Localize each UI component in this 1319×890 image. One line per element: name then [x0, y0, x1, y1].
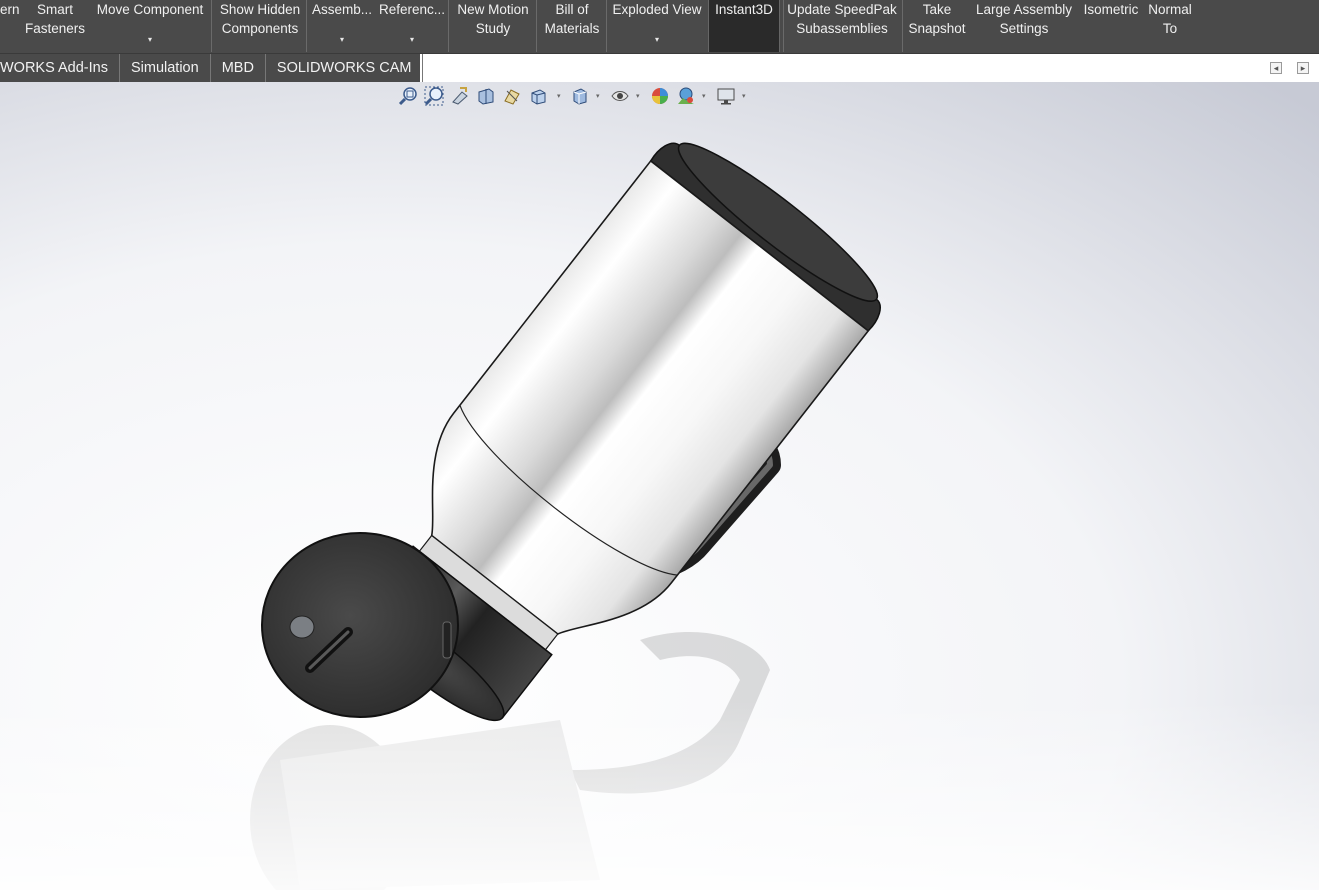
large-assembly-settings-button[interactable]: Large Assembly Settings — [972, 0, 1076, 52]
ribbon-separator — [783, 0, 784, 52]
ribbon-separator — [536, 0, 537, 52]
bill-of-materials-button[interactable]: Bill of Materials — [540, 0, 604, 52]
ribbon-separator — [306, 0, 307, 52]
chevron-down-icon[interactable]: ▾ — [636, 92, 640, 100]
assembly-features-button[interactable]: Assemb... ▾ — [310, 0, 374, 52]
chevron-down-icon[interactable]: ▾ — [557, 92, 561, 100]
graphics-area[interactable] — [0, 82, 1319, 890]
indicator-light — [289, 615, 315, 639]
chevron-down-icon[interactable]: ▾ — [702, 92, 706, 100]
smart-fasteners-button[interactable]: Smart Fasteners — [22, 0, 88, 52]
floor-fade — [0, 700, 1319, 890]
reference-geometry-button[interactable]: Referenc... ▾ — [378, 0, 446, 52]
ribbon-separator — [211, 0, 212, 52]
chevron-down-icon[interactable]: ▾ — [148, 36, 152, 44]
chevron-down-icon[interactable]: ▾ — [742, 92, 746, 100]
chevron-down-icon[interactable]: ▾ — [596, 92, 600, 100]
isometric-button[interactable]: Isometric — [1080, 0, 1142, 52]
pattern-button[interactable]: ern — [0, 0, 20, 52]
apply-scene-icon[interactable] — [676, 86, 696, 106]
ribbon-separator — [448, 0, 449, 52]
tab-mbd[interactable]: MBD — [211, 54, 266, 82]
move-component-button[interactable]: Move Component ▾ — [92, 0, 208, 52]
hide-show-items-icon[interactable] — [610, 86, 630, 106]
usb-port — [442, 621, 452, 659]
instant3d-button[interactable]: Instant3D — [708, 0, 780, 52]
show-hidden-components-button[interactable]: Show Hidden Components — [216, 0, 304, 52]
normal-to-button[interactable]: Normal To — [1144, 0, 1196, 52]
tab-simulation[interactable]: Simulation — [120, 54, 211, 82]
view-orientation-icon[interactable] — [528, 86, 548, 106]
command-manager-tabs: WORKS Add-Ins Simulation MBD SOLIDWORKS … — [0, 54, 424, 82]
cap-end-face — [261, 532, 459, 718]
new-motion-study-button[interactable]: New Motion Study — [452, 0, 534, 52]
exploded-view-button[interactable]: Exploded View ▾ — [610, 0, 704, 52]
zoom-to-fit-icon[interactable] — [398, 86, 418, 106]
collapse-left-icon[interactable]: ◂ — [1270, 62, 1282, 74]
tab-solidworks-addins[interactable]: WORKS Add-Ins — [0, 54, 120, 82]
chevron-down-icon[interactable]: ▾ — [340, 36, 344, 44]
chevron-down-icon[interactable]: ▾ — [655, 36, 659, 44]
update-speedpak-button[interactable]: Update SpeedPak Subassemblies — [786, 0, 898, 52]
dynamic-annotation-views-icon[interactable] — [502, 86, 522, 106]
chevron-down-icon[interactable]: ▾ — [410, 36, 414, 44]
view-settings-icon[interactable] — [716, 86, 736, 106]
section-view-icon[interactable] — [476, 86, 496, 106]
tab-solidworks-cam[interactable]: SOLIDWORKS CAM — [266, 54, 424, 82]
collapse-right-icon[interactable]: ▸ — [1297, 62, 1309, 74]
previous-view-icon[interactable] — [450, 86, 470, 106]
take-snapshot-button[interactable]: Take Snapshot — [906, 0, 968, 52]
display-style-icon[interactable] — [570, 86, 590, 106]
zoom-to-area-icon[interactable] — [424, 86, 444, 106]
ribbon-separator — [606, 0, 607, 52]
edit-appearance-icon[interactable] — [650, 86, 670, 106]
command-manager-ribbon: ern Smart Fasteners Move Component ▾ Show … — [0, 0, 1319, 54]
ribbon-separator — [902, 0, 903, 52]
